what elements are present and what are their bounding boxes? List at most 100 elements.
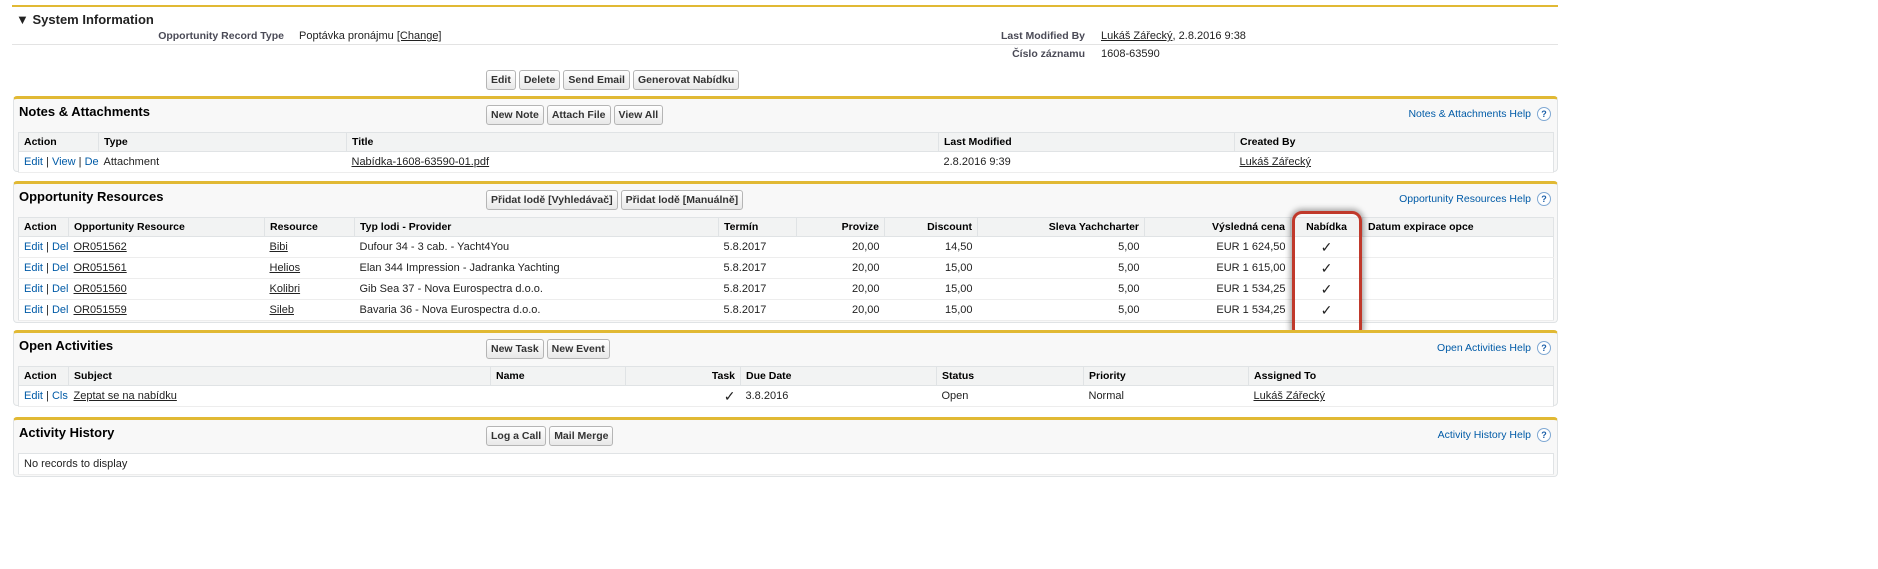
resource-link[interactable]: Bibi: [270, 241, 288, 253]
resource-id-link[interactable]: OR051561: [74, 262, 127, 274]
view-all-button[interactable]: View All: [613, 105, 664, 125]
resources-title: Opportunity Resources: [19, 189, 164, 204]
edit-link[interactable]: Edit: [24, 283, 43, 295]
edit-link[interactable]: Edit: [24, 390, 43, 402]
change-link[interactable]: [Change]: [397, 30, 442, 42]
new-event-button[interactable]: New Event: [546, 339, 610, 359]
close-link[interactable]: Cls: [52, 390, 68, 402]
resource-id-link[interactable]: OR051559: [74, 304, 127, 316]
provize-cell: 20,00: [796, 257, 885, 279]
price-cell: EUR 1 534,25: [1144, 299, 1291, 321]
del-link[interactable]: Del: [52, 283, 69, 295]
table-row: Edit | Cls Zeptat se na nabídku ✓ 3.8.20…: [18, 385, 1554, 407]
activities-table: Action Subject Name Task Due Date Status Prior…: [18, 366, 1554, 407]
open-activities-section: Open Activities New Task New Event Open A…: [13, 330, 1558, 407]
history-help[interactable]: Activity History Help?: [1438, 428, 1551, 442]
col-sleva-yachcharter: Sleva Yachcharter: [977, 217, 1145, 237]
resource-link[interactable]: Kolibri: [270, 283, 301, 295]
log-call-button[interactable]: Log a Call: [486, 426, 547, 446]
discount-cell: 15,00: [884, 257, 978, 279]
table-row: Edit | View | Del Attachment Nabídka-160…: [18, 151, 1554, 173]
term-cell: 5.8.2017: [718, 299, 797, 321]
mail-merge-button[interactable]: Mail Merge: [549, 426, 614, 446]
col-assigned-to: Assigned To: [1248, 366, 1554, 386]
sleva-cell: 5,00: [977, 257, 1145, 279]
expiry-cell: [1362, 299, 1554, 321]
col-typ-lodi-provider: Typ lodi - Provider: [354, 217, 719, 237]
boat-type-cell: Elan 344 Impression - Jadranka Yachting: [354, 257, 719, 279]
del-link[interactable]: Del: [52, 241, 69, 253]
discount-cell: 15,00: [884, 278, 978, 300]
due-cell: 3.8.2016: [740, 385, 937, 407]
col-resource: Resource: [264, 217, 355, 237]
record-number-label: Číslo záznamu: [1012, 48, 1085, 60]
status-cell: Open: [936, 385, 1084, 407]
last-modified-user-link[interactable]: Lukáš Zářecký: [1101, 30, 1173, 42]
edit-link[interactable]: Edit: [24, 304, 43, 316]
activity-history-section: Activity History Log a Call Mail Merge Ac…: [13, 417, 1558, 477]
name-cell: [490, 385, 626, 407]
new-note-button[interactable]: New Note: [486, 105, 544, 125]
modified-cell: 2.8.2016 9:39: [938, 151, 1235, 173]
price-cell: EUR 1 534,25: [1144, 278, 1291, 300]
assigned-link[interactable]: Lukáš Zářecký: [1254, 390, 1326, 402]
resource-link[interactable]: Sileb: [270, 304, 294, 316]
help-icon[interactable]: ?: [1537, 428, 1551, 442]
edit-link[interactable]: Edit: [24, 262, 43, 274]
view-link[interactable]: View: [52, 156, 76, 168]
pridat-manualne-button[interactable]: Přidat lodě [Manuálně]: [620, 190, 744, 210]
col-last-modified: Last Modified: [938, 132, 1235, 152]
history-title: Activity History: [19, 425, 115, 440]
title-link[interactable]: Nabídka-1608-63590-01.pdf: [352, 156, 490, 168]
notes-table: Action Type Title Last Modified Created By E…: [18, 132, 1554, 173]
del-link[interactable]: Del: [52, 262, 69, 274]
record-type-label: Opportunity Record Type: [158, 30, 284, 42]
provize-cell: 20,00: [796, 236, 885, 258]
del-link[interactable]: Del: [85, 156, 99, 168]
col-title: Title: [346, 132, 939, 152]
term-cell: 5.8.2017: [718, 278, 797, 300]
col-action: Action: [18, 132, 99, 152]
generovat-nabidku-button[interactable]: Generovat Nabídku: [632, 70, 740, 90]
help-icon[interactable]: ?: [1537, 192, 1551, 206]
attach-file-button[interactable]: Attach File: [546, 105, 611, 125]
col-action: Action: [18, 217, 69, 237]
del-link[interactable]: Del: [52, 304, 69, 316]
col-due-date: Due Date: [740, 366, 937, 386]
price-cell: EUR 1 624,50: [1144, 236, 1291, 258]
provize-cell: 20,00: [796, 278, 885, 300]
edit-button[interactable]: Edit: [486, 70, 516, 90]
system-information-title[interactable]: ▼ System Information: [16, 12, 154, 27]
resources-help[interactable]: Opportunity Resources Help?: [1399, 192, 1551, 206]
col-name: Name: [490, 366, 626, 386]
notes-help[interactable]: Notes & Attachments Help?: [1408, 107, 1551, 121]
expiry-cell: [1362, 236, 1554, 258]
edit-link[interactable]: Edit: [24, 156, 43, 168]
resource-link[interactable]: Helios: [270, 262, 301, 274]
pridat-vyhledavac-button[interactable]: Přidat lodě [Vyhledávač]: [486, 190, 618, 210]
subject-link[interactable]: Zeptat se na nabídku: [74, 390, 177, 402]
discount-cell: 14,50: [884, 236, 978, 258]
last-modified-value: Lukáš Zářecký, 2.8.2016 9:38: [1101, 30, 1246, 42]
delete-button[interactable]: Delete: [518, 70, 561, 90]
help-icon[interactable]: ?: [1537, 341, 1551, 355]
col-opportunity-resource: Opportunity Resource: [68, 217, 265, 237]
edit-link[interactable]: Edit: [24, 241, 43, 253]
send-email-button[interactable]: Send Email: [563, 70, 630, 90]
new-task-button[interactable]: New Task: [486, 339, 544, 359]
help-icon[interactable]: ?: [1537, 107, 1551, 121]
expiry-cell: [1362, 257, 1554, 279]
sleva-cell: 5,00: [977, 299, 1145, 321]
priority-cell: Normal: [1083, 385, 1249, 407]
nabidka-highlight: [1292, 211, 1362, 339]
boat-type-cell: Gib Sea 37 - Nova Eurospectra d.o.o.: [354, 278, 719, 300]
resource-id-link[interactable]: OR051562: [74, 241, 127, 253]
col-provize: Provize: [796, 217, 885, 237]
history-table: No records to display: [18, 453, 1554, 475]
created-by-link[interactable]: Lukáš Zářecký: [1240, 156, 1312, 168]
notes-attachments-section: Notes & Attachments New Note Attach File V…: [13, 96, 1558, 173]
col-datum-expirace-opce: Datum expirace opce: [1362, 217, 1554, 237]
resource-id-link[interactable]: OR051560: [74, 283, 127, 295]
activities-help[interactable]: Open Activities Help?: [1437, 341, 1551, 355]
task-check-icon: ✓: [625, 385, 741, 407]
